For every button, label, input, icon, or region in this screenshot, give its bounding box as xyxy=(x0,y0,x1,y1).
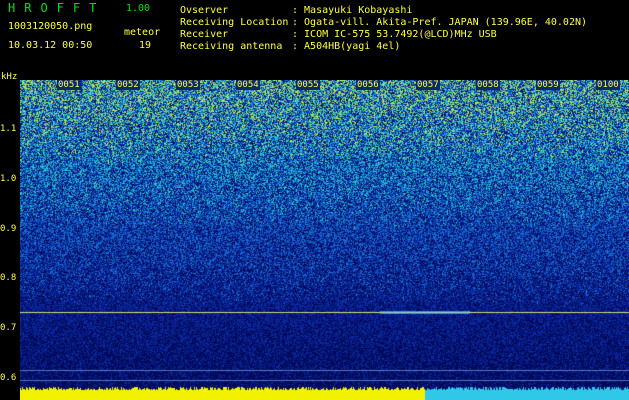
observer-value: : Masayuki Kobayashi xyxy=(292,5,413,16)
app-version: 1.00 xyxy=(126,3,151,14)
y-tick-0-7: 0.7 xyxy=(0,323,17,333)
y-tick-0-8: 0.8 xyxy=(0,273,17,283)
time-tick-0053: 0053 xyxy=(176,80,200,90)
meteor-count: 19 xyxy=(139,40,152,51)
app-title: HROFFT xyxy=(8,1,106,15)
y-tick-1-0: 1.0 xyxy=(0,174,17,184)
time-tick-0054: 0054 xyxy=(236,80,260,90)
y-tick-1-1: 1.1 xyxy=(0,124,17,134)
time-tick-0055: 0055 xyxy=(296,80,320,90)
observer-key: Ovserver xyxy=(180,5,229,16)
filename-label: 1003120050.png xyxy=(8,21,93,32)
time-tick-0059: 0059 xyxy=(536,80,560,90)
location-value: : Ogata-vill. Akita-Pref. JAPAN (139.96E… xyxy=(292,17,588,28)
y-tick-0-9: 0.9 xyxy=(0,224,17,234)
time-tick-0051: 0051 xyxy=(57,80,81,90)
receiver-key: Receiver xyxy=(180,29,229,40)
time-tick-0057: 0057 xyxy=(416,80,440,90)
time-tick-0058: 0058 xyxy=(476,80,500,90)
header-panel: HROFFT 1.00 1003120050.png 10.03.12 00:5… xyxy=(0,0,629,80)
receiver-value: : ICOM IC-575 53.7492(@LCD)MHz USB xyxy=(292,29,497,40)
spectrogram-canvas xyxy=(20,80,629,400)
frequency-unit: kHz xyxy=(1,72,18,82)
time-tick-0052: 0052 xyxy=(116,80,140,90)
antenna-key: Receiving antenna xyxy=(180,41,283,52)
time-tick-0100: 0100 xyxy=(596,80,620,90)
datetime-label: 10.03.12 00:50 xyxy=(8,40,93,51)
meteor-label: meteor xyxy=(124,27,161,38)
antenna-value: : A504HB(yagi 4el) xyxy=(292,41,401,52)
y-tick-0-6: 0.6 xyxy=(0,373,17,383)
location-key: Receiving Location xyxy=(180,17,289,28)
time-tick-0056: 0056 xyxy=(356,80,380,90)
